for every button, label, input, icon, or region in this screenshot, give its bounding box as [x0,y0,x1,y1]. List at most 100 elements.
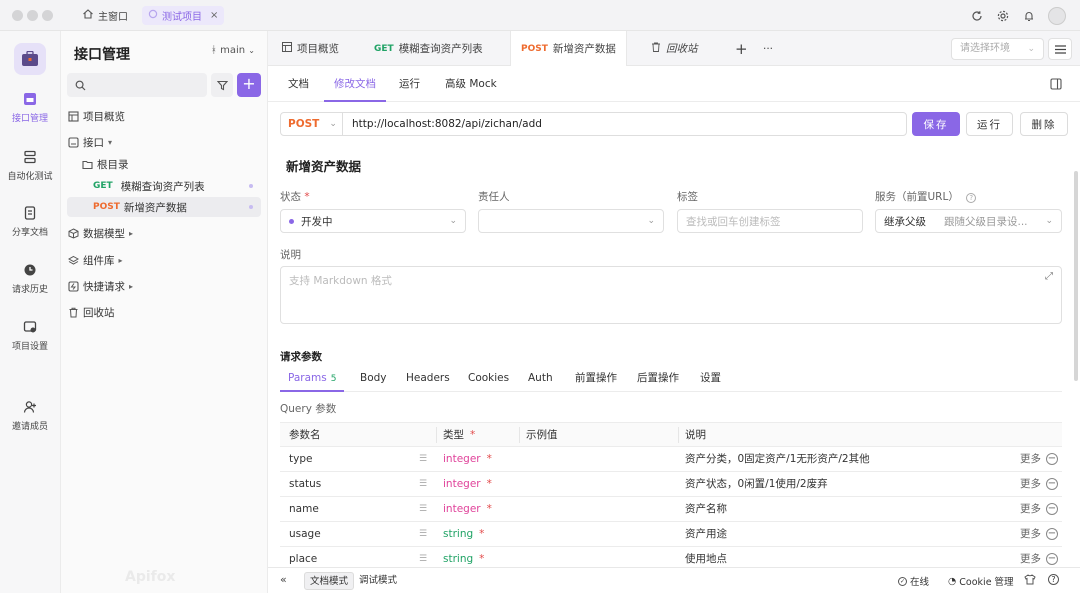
param-description[interactable]: 资产分类，0固定资产/1无形资产/2其他 [685,447,870,471]
tab-get-endpoint[interactable]: GET 模糊查询资产列表 [364,31,493,66]
home-window-tab[interactable]: 主窗口 [76,6,134,25]
tree-item-components[interactable]: 组件库 ▸ [67,250,261,270]
window-close-dot[interactable] [12,10,23,21]
remove-icon[interactable]: − [1046,528,1058,540]
overview-icon [67,110,79,122]
more-button[interactable]: 更多 [1020,522,1041,546]
run-button[interactable]: 运行 [966,112,1013,136]
more-button[interactable]: 更多 [1020,447,1041,471]
tree-item-quick-request[interactable]: 快捷请求 ▸ [67,276,261,296]
tree-item-overview[interactable]: 项目概览 [67,106,261,126]
expand-icon[interactable]: ⤢ [1045,271,1053,282]
rail-item-history[interactable]: 请求历史 [0,262,60,295]
tab-settings[interactable]: 设置 [700,366,721,392]
owner-select[interactable]: ⌄ [478,209,664,233]
tab-project-overview[interactable]: 项目概览 [272,31,349,66]
add-button[interactable]: + [237,73,261,97]
tab-more-button[interactable]: ··· [753,31,783,66]
rail-item-invite[interactable]: 邀请成员 [0,399,60,432]
sidebar-search-input[interactable] [67,73,207,97]
table-row[interactable]: type ☰ integer * 资产分类，0固定资产/1无形资产/2其他 更多 … [280,447,1062,472]
more-button[interactable]: 更多 [1020,472,1041,496]
save-button[interactable]: 保存 [912,112,960,136]
description-editor[interactable]: 支持 Markdown 格式 ⤢ [280,266,1062,324]
tree-item-get-endpoint[interactable]: GET 模糊查询资产列表 [93,176,261,196]
debug-mode-toggle[interactable]: 调试模式 [354,572,402,590]
table-row[interactable]: status ☰ integer * 资产状态，0闲置/1使用/2废弃 更多 − [280,472,1062,497]
subtab-doc[interactable]: 文档 [288,66,309,102]
panel-toggle-icon[interactable] [1050,78,1062,93]
param-description[interactable]: 资产名称 [685,497,727,521]
help-icon[interactable]: ? [966,193,977,203]
vertical-scrollbar[interactable] [1074,171,1078,381]
table-row[interactable]: usage ☰ string * 资产用途 更多 − [280,522,1062,547]
endpoint-title[interactable]: 新增资产数据 [286,156,361,175]
rail-item-share[interactable]: 分享文档 [0,205,60,238]
subtab-edit[interactable]: 修改文档 [324,66,386,102]
tree-item-root-folder[interactable]: 根目录 [81,154,261,174]
user-avatar[interactable] [1048,7,1066,25]
tag-input[interactable]: 查找或回车创建标签 [677,209,863,233]
drag-handle-icon[interactable]: ☰ [419,497,427,521]
param-type[interactable]: string * [443,522,484,546]
table-row[interactable]: name ☰ integer * 资产名称 更多 − [280,497,1062,522]
drag-handle-icon[interactable]: ☰ [419,522,427,546]
help-icon[interactable]: ? [1048,574,1059,585]
status-select[interactable]: 开发中 ⌄ [280,209,466,233]
param-description[interactable]: 资产用途 [685,522,727,546]
subtab-mock[interactable]: 高级 Mock [445,66,497,102]
tab-headers[interactable]: Headers [406,366,450,392]
tab-trash[interactable]: 回收站 [641,31,708,66]
doc-mode-toggle[interactable]: 文档模式 [304,572,355,590]
tab-post-endpoint[interactable]: POST 新增资产数据 [510,31,627,66]
window-maximize-dot[interactable] [42,10,53,21]
gear-icon[interactable] [996,9,1010,23]
url-input[interactable]: http://localhost:8082/api/zichan/add [343,118,542,130]
tree-item-models[interactable]: 数据模型 ▸ [67,223,261,243]
param-name[interactable]: name [289,497,319,521]
param-name[interactable]: status [289,472,321,496]
tree-item-api[interactable]: 接口 ▾ [67,132,261,152]
rail-item-api[interactable]: 接口管理 [0,91,60,124]
tab-body[interactable]: Body [360,366,387,392]
tab-params[interactable]: Params 5 [280,366,345,392]
param-type[interactable]: integer * [443,447,492,471]
method-select[interactable]: POST ⌄ [281,113,343,135]
environment-select[interactable]: 请选择环境 ⌄ [951,38,1044,60]
menu-button[interactable] [1048,38,1072,60]
collapse-sidebar-icon[interactable]: « [280,573,287,586]
drag-handle-icon[interactable]: ☰ [419,447,427,471]
tab-auth[interactable]: Auth [528,366,553,392]
tab-post-operation[interactable]: 后置操作 [637,366,679,392]
tree-item-trash[interactable]: 回收站 [67,302,261,322]
rail-item-automation[interactable]: 自动化测试 [0,149,60,182]
shirt-icon[interactable] [1024,574,1036,585]
param-type[interactable]: integer * [443,472,492,496]
tab-cookies[interactable]: Cookies [468,366,509,392]
service-select[interactable]: 继承父级 跟随父级目录设... ⌄ [875,209,1062,233]
branch-selector[interactable]: ᚼ main ⌄ [211,45,255,56]
online-status[interactable]: ✓ 在线 [898,574,929,588]
bell-icon[interactable] [1022,9,1036,23]
param-name[interactable]: usage [289,522,321,546]
more-button[interactable]: 更多 [1020,497,1041,521]
rail-item-settings[interactable]: 项目设置 [0,319,60,352]
drag-handle-icon[interactable]: ☰ [419,472,427,496]
remove-icon[interactable]: − [1046,453,1058,465]
window-minimize-dot[interactable] [27,10,38,21]
subtab-run[interactable]: 运行 [399,66,420,102]
remove-icon[interactable]: − [1046,478,1058,490]
tab-pre-operation[interactable]: 前置操作 [575,366,617,392]
delete-button[interactable]: 删除 [1020,112,1068,136]
filter-button[interactable] [211,73,233,97]
refresh-icon[interactable] [970,9,984,23]
param-name[interactable]: type [289,447,312,471]
tree-item-post-endpoint[interactable]: POST 新增资产数据 [67,197,261,217]
remove-icon[interactable]: − [1046,503,1058,515]
param-description[interactable]: 资产状态，0闲置/1使用/2废弃 [685,472,828,496]
remove-icon[interactable]: − [1046,553,1058,565]
project-window-tab[interactable]: 测试项目 × [142,6,225,25]
close-icon[interactable]: × [210,10,218,21]
param-type[interactable]: integer * [443,497,492,521]
cookie-manager-button[interactable]: ◔ Cookie 管理 [948,574,1014,589]
